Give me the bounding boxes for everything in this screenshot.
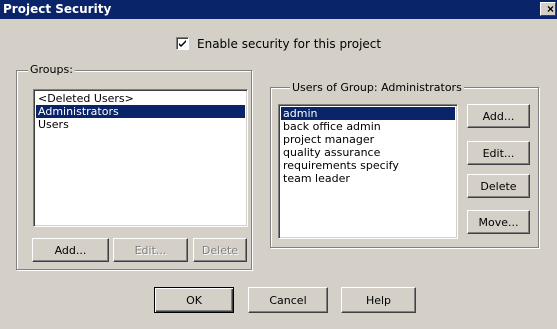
enable-security-checkbox[interactable]: [176, 37, 189, 50]
close-icon: ×: [547, 2, 555, 16]
user-add-button[interactable]: Add...: [467, 104, 530, 128]
user-item-project-manager[interactable]: project manager: [281, 133, 455, 146]
close-button[interactable]: ×: [540, 2, 556, 16]
groups-label: Groups:: [28, 63, 75, 76]
group-item-administrators[interactable]: Administrators: [36, 105, 245, 118]
group-item-deleted-users[interactable]: <Deleted Users>: [36, 92, 245, 105]
user-item-requirements-specify[interactable]: requirements specify: [281, 159, 455, 172]
project-security-dialog: Project Security × Enable security for t…: [0, 0, 557, 329]
users-label: Users of Group: Administrators: [290, 81, 464, 94]
title-bar[interactable]: Project Security ×: [0, 0, 557, 19]
group-edit-button[interactable]: Edit...: [113, 238, 188, 262]
group-item-users[interactable]: Users: [36, 118, 245, 131]
cancel-button[interactable]: Cancel: [248, 287, 328, 313]
user-item-back-office-admin[interactable]: back office admin: [281, 120, 455, 133]
user-delete-button[interactable]: Delete: [467, 174, 530, 198]
user-edit-button[interactable]: Edit...: [467, 141, 530, 165]
user-item-quality-assurance[interactable]: quality assurance: [281, 146, 455, 159]
users-listbox[interactable]: admin back office admin project manager …: [278, 104, 458, 239]
ok-button[interactable]: OK: [154, 287, 234, 313]
user-move-button[interactable]: Move...: [467, 210, 530, 234]
group-add-button[interactable]: Add...: [32, 238, 109, 262]
checkmark-icon: [179, 40, 186, 47]
enable-security-label: Enable security for this project: [197, 37, 382, 51]
groups-listbox[interactable]: <Deleted Users> Administrators Users: [33, 89, 248, 227]
group-delete-button[interactable]: Delete: [193, 238, 247, 262]
window-title: Project Security: [3, 2, 112, 16]
help-button[interactable]: Help: [341, 287, 416, 313]
user-item-admin[interactable]: admin: [281, 107, 455, 120]
user-item-team-leader[interactable]: team leader: [281, 172, 455, 185]
